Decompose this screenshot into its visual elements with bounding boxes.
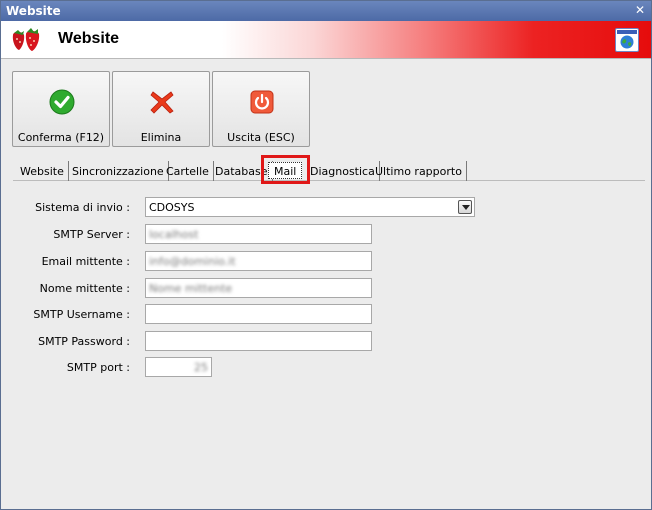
tab-ultimo-rapporto[interactable]: Ultimo rapporto bbox=[370, 161, 467, 181]
smtp-port-field[interactable]: 25 bbox=[145, 357, 212, 377]
smtp-server-value: localhost bbox=[149, 228, 199, 241]
checkmark-icon bbox=[49, 89, 75, 115]
app-header: Website bbox=[1, 21, 651, 59]
send-system-label: Sistema di invio : bbox=[35, 201, 130, 214]
smtp-username-label: SMTP Username : bbox=[33, 308, 130, 321]
send-system-value: CDOSYS bbox=[149, 201, 195, 214]
email-sender-value: info@dominio.it bbox=[149, 255, 236, 268]
power-icon bbox=[250, 90, 274, 114]
window-titlebar[interactable]: Website ✕ bbox=[1, 1, 651, 21]
smtp-username-field[interactable] bbox=[145, 304, 372, 324]
smtp-server-label: SMTP Server : bbox=[53, 228, 130, 241]
smtp-password-label: SMTP Password : bbox=[38, 335, 130, 348]
delete-button[interactable]: Elimina bbox=[112, 71, 210, 147]
smtp-server-field[interactable]: localhost bbox=[145, 224, 372, 244]
red-x-icon bbox=[150, 91, 174, 114]
confirm-button-label: Conferma (F12) bbox=[17, 131, 105, 144]
exit-button[interactable]: Uscita (ESC) bbox=[212, 71, 310, 147]
mail-tab-highlight bbox=[261, 155, 310, 184]
header-title: Website bbox=[58, 30, 120, 47]
sender-name-label: Nome mittente : bbox=[39, 282, 130, 295]
sender-name-field[interactable]: Nome mittente bbox=[145, 278, 372, 298]
tab-diagnostica[interactable]: Diagnostica bbox=[305, 161, 380, 181]
mail-settings-panel: Sistema di invio : CDOSYS SMTP Server : … bbox=[13, 180, 645, 503]
sender-name-value: Nome mittente bbox=[149, 282, 233, 295]
email-sender-label: Email mittente : bbox=[41, 255, 130, 268]
smtp-port-value: 25 bbox=[194, 361, 208, 374]
email-sender-field[interactable]: info@dominio.it bbox=[145, 251, 372, 271]
website-window: Website ✕ Website Conferma (F12) Elimina… bbox=[0, 0, 652, 510]
chevron-down-icon[interactable] bbox=[458, 200, 472, 214]
tab-website[interactable]: Website bbox=[15, 161, 69, 181]
delete-button-label: Elimina bbox=[140, 131, 182, 144]
globe-icon bbox=[617, 30, 637, 49]
send-system-select[interactable]: CDOSYS bbox=[145, 197, 475, 217]
exit-button-label: Uscita (ESC) bbox=[227, 131, 295, 144]
globe-button[interactable] bbox=[615, 28, 639, 52]
tab-sincronizzazione[interactable]: Sincronizzazione bbox=[67, 161, 169, 181]
tab-cartelle[interactable]: Cartelle bbox=[161, 161, 214, 181]
confirm-button[interactable]: Conferma (F12) bbox=[12, 71, 110, 147]
window-title: Website bbox=[6, 4, 61, 18]
strawberry-logo-icon bbox=[12, 28, 40, 51]
close-icon[interactable]: ✕ bbox=[635, 3, 645, 17]
smtp-password-field[interactable] bbox=[145, 331, 372, 351]
smtp-port-label: SMTP port : bbox=[66, 361, 130, 374]
